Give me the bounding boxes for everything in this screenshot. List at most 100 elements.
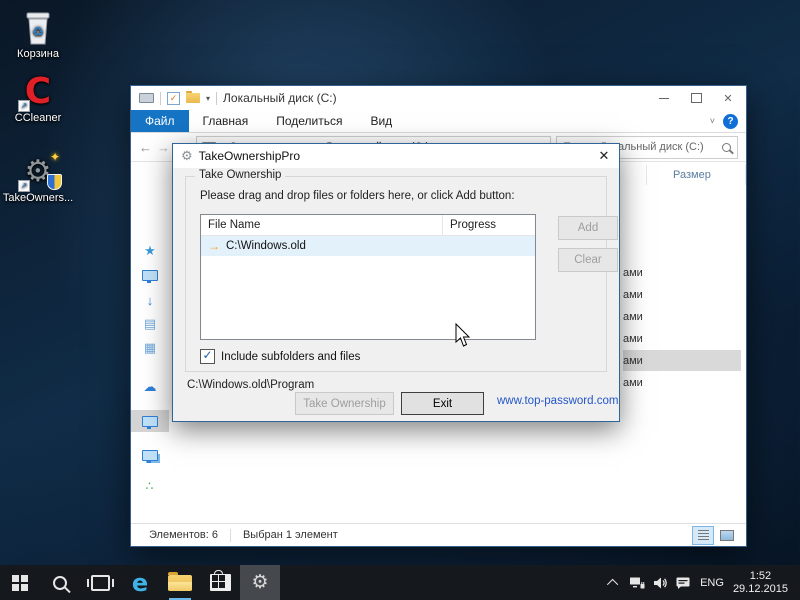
file-row-fragment[interactable]: ами — [623, 262, 741, 283]
taskbar-search-button[interactable] — [40, 565, 80, 600]
checkbox[interactable]: ✓ — [200, 349, 215, 364]
status-selection: Выбран 1 элемент — [242, 529, 338, 541]
search-icon — [722, 142, 731, 152]
tab-file[interactable]: Файл — [131, 110, 189, 132]
drive-icon — [139, 93, 154, 103]
desktop-icon-recycle-bin[interactable]: ♻ Корзина — [2, 8, 74, 60]
column-header-size[interactable]: Размер — [646, 165, 746, 185]
desktop-icon-label: TakeOwners... — [2, 192, 74, 204]
desktop-icon-label: CCleaner — [14, 112, 62, 124]
file-list-header: File Name Progress — [201, 215, 535, 236]
chevron-up-icon — [606, 578, 618, 590]
file-row-fragment[interactable]: ами — [623, 372, 741, 393]
ribbon-collapse-icon[interactable]: ˅ — [710, 116, 715, 126]
minimize-button[interactable] — [648, 86, 680, 110]
back-icon[interactable]: ← — [139, 141, 152, 154]
show-hidden-icons-button[interactable] — [602, 578, 625, 590]
sidebar-item-documents[interactable]: ▤ — [131, 313, 169, 335]
network-tray-button[interactable] — [625, 576, 648, 590]
file-row-fragment-selected[interactable]: ами — [623, 350, 741, 371]
uac-shield-icon — [47, 174, 62, 190]
column-file-name[interactable]: File Name — [201, 215, 442, 235]
instruction-text: Please drag and drop files or folders he… — [200, 190, 515, 202]
thumbnail-view-icon — [720, 529, 734, 541]
shortcut-arrow-icon: ↗ — [18, 100, 30, 112]
groupbox-title: Take Ownership — [195, 169, 286, 181]
status-item-count: Элементов: 6 — [149, 529, 218, 541]
mouse-cursor — [455, 323, 471, 347]
tab-share[interactable]: Поделиться — [262, 110, 356, 132]
tab-view[interactable]: Вид — [356, 110, 406, 132]
taskbar-takeownershippro-button[interactable]: ⚙ — [240, 565, 280, 600]
dialog-close-button[interactable]: ✕ — [589, 144, 619, 168]
edge-icon: e — [131, 568, 149, 597]
checkbox-label: Include subfolders and files — [221, 350, 361, 363]
sidebar-item-network[interactable] — [131, 444, 169, 466]
list-view-icon — [697, 530, 709, 540]
sidebar-item-quick-access[interactable]: ★ — [131, 240, 169, 262]
explorer-titlebar: ✓ ▾ Локальный диск (C:) ✕ — [131, 86, 746, 110]
maximize-button[interactable] — [680, 86, 712, 110]
thumbnails-view-button[interactable] — [716, 526, 738, 545]
current-path-status: C:\Windows.old\Program — [187, 379, 315, 391]
action-center-button[interactable] — [671, 576, 694, 590]
volume-tray-button[interactable] — [648, 576, 671, 590]
file-row-fragment[interactable]: ами — [623, 328, 741, 349]
sidebar-item-desktop[interactable] — [131, 264, 169, 286]
ccleaner-icon: C ↗ — [2, 72, 74, 112]
file-list-row[interactable]: → C:\Windows.old — [201, 236, 535, 256]
clock[interactable]: 1:52 29.12.2015 — [733, 570, 788, 596]
taskbar: e ⚙ ENG 1:52 29.12.2015 — [0, 565, 800, 600]
help-icon[interactable]: ? — [723, 113, 738, 129]
sidebar-item-onedrive[interactable]: ☁ — [131, 376, 169, 398]
taskbar-explorer-button[interactable] — [160, 565, 200, 600]
close-button[interactable]: ✕ — [712, 86, 744, 110]
app-gear-icon: ⚙ — [181, 148, 193, 163]
language-indicator[interactable]: ENG — [700, 577, 724, 589]
exit-button[interactable]: Exit — [401, 392, 484, 415]
network-icon — [142, 449, 158, 463]
takeownership-icon: ⚙ ✦ ↗ — [2, 150, 74, 192]
file-row-fragment[interactable]: ами — [623, 306, 741, 327]
task-view-button[interactable] — [80, 565, 120, 600]
svg-text:♻: ♻ — [32, 24, 44, 39]
sidebar-item-homegroup[interactable]: ∴ — [131, 475, 169, 497]
speaker-icon — [653, 577, 667, 588]
desktop-icon-label: Корзина — [17, 48, 59, 60]
cloud-icon: ☁ — [143, 379, 157, 394]
sidebar-item-this-pc[interactable] — [131, 410, 169, 432]
qat-properties-icon[interactable]: ✓ — [167, 91, 180, 105]
desktop-icon-takeownershippro[interactable]: ⚙ ✦ ↗ TakeOwners... — [2, 150, 74, 204]
monitor-icon — [142, 269, 158, 283]
gear-icon: ⚙ — [251, 572, 269, 593]
qat-dropdown-icon[interactable]: ▾ — [206, 94, 210, 103]
ribbon-tabs: Файл Главная Поделиться Вид ˅ ? — [131, 110, 746, 133]
tab-home[interactable]: Главная — [189, 110, 263, 132]
system-tray: ENG 1:52 29.12.2015 — [602, 565, 800, 600]
sparkle-icon: ✦ — [49, 150, 60, 164]
details-view-button[interactable] — [692, 525, 714, 545]
file-path: C:\Windows.old — [226, 240, 306, 252]
clear-button[interactable]: Clear — [558, 248, 618, 272]
website-link[interactable]: www.top-password.com — [497, 395, 618, 407]
search-icon — [53, 575, 67, 590]
monitor-icon — [142, 415, 158, 429]
taskbar-store-button[interactable] — [200, 565, 240, 600]
forward-icon[interactable]: → — [157, 141, 170, 154]
take-ownership-button[interactable]: Take Ownership — [295, 392, 394, 415]
add-button[interactable]: Add — [558, 216, 618, 240]
clock-time: 1:52 — [749, 569, 772, 582]
start-button[interactable] — [0, 565, 40, 600]
task-view-icon — [86, 574, 114, 591]
file-list[interactable]: File Name Progress → C:\Windows.old — [200, 214, 536, 340]
dialog-titlebar: ⚙ TakeOwnershipPro ✕ — [173, 144, 619, 168]
column-progress[interactable]: Progress — [442, 215, 535, 235]
file-row-fragment[interactable]: ами — [623, 284, 741, 305]
qat-new-folder-icon[interactable] — [186, 91, 200, 103]
sidebar-item-downloads[interactable]: ↓ — [131, 289, 169, 311]
network-icon — [629, 577, 645, 588]
sidebar-item-pictures[interactable]: ▦ — [131, 337, 169, 359]
document-icon: ▤ — [143, 316, 157, 331]
taskbar-edge-button[interactable]: e — [120, 565, 160, 600]
desktop-icon-ccleaner[interactable]: C ↗ CCleaner — [2, 72, 74, 125]
